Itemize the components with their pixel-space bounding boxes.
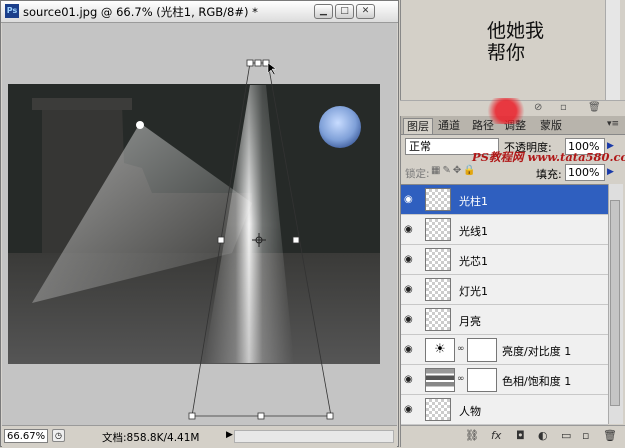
eye-icon[interactable]: ◉ <box>404 284 419 295</box>
maximize-icon[interactable]: □ <box>335 4 354 19</box>
status-menu-arrow-icon[interactable]: ▶ <box>226 430 233 440</box>
trash-icon[interactable]: 🗑 <box>588 102 601 113</box>
adjustment-icon[interactable]: ◐ <box>538 429 548 442</box>
lock-icons[interactable]: ▦✎✥🔒 <box>431 165 478 176</box>
canvas-image[interactable] <box>2 23 397 425</box>
minimize-icon[interactable]: ▁ <box>314 4 333 19</box>
tab-masks[interactable]: 蒙版 <box>537 118 565 133</box>
layer-mask-thumbnail[interactable] <box>467 338 497 362</box>
zoom-icon[interactable]: ◷ <box>52 429 65 442</box>
photoshop-app-icon: Ps <box>5 4 19 18</box>
document-title: source01.jpg @ 66.7% (光柱1, RGB/8#) * <box>23 5 258 19</box>
layer-name: 灯光1 <box>459 285 488 298</box>
layer-thumbnail <box>425 218 451 241</box>
layer-thumbnail <box>425 398 451 421</box>
layer-name: 亮度/对比度 1 <box>502 345 572 358</box>
eye-icon[interactable]: ◉ <box>404 374 419 385</box>
watermark-seal <box>487 98 525 124</box>
tab-channels[interactable]: 通道 <box>435 118 463 133</box>
document-title-bar[interactable]: Ps source01.jpg @ 66.7% (光柱1, RGB/8#) * … <box>1 1 398 23</box>
close-icon[interactable]: ✕ <box>356 4 375 19</box>
layer-name: 光柱1 <box>459 195 488 208</box>
layer-list: ◉ 光柱1 ◉ 光线1 ◉ 光芯1 ◉ 灯光1 ◉ 月亮 ◉ ☀ ∞ 亮度/对比… <box>401 184 608 425</box>
layer-row-hue-saturation[interactable]: ◉ ∞ 色相/饱和度 1 <box>401 365 608 395</box>
panel-menu-icon[interactable]: ▾≡ <box>607 119 619 129</box>
zoom-level-field[interactable]: 66.67% <box>4 429 48 443</box>
layer-name: 光线1 <box>459 225 488 238</box>
watermark-site: PS教程网 www.tata580.com <box>472 150 625 164</box>
eye-icon[interactable]: ◉ <box>404 224 419 235</box>
status-bar: 66.67% ◷ 文档:858.8K/4.41M ▶ <box>2 425 397 447</box>
new-layer-icon[interactable]: ▫ <box>582 429 589 442</box>
new-state-icon[interactable]: ▫ <box>560 102 567 113</box>
layer-row-yueliang[interactable]: ◉ 月亮 <box>401 305 608 335</box>
layer-thumbnail <box>425 278 451 301</box>
layer-mask-thumbnail[interactable] <box>467 368 497 392</box>
layers-footer: ⛓ fx ◘ ◐ ▭ ▫ 🗑 <box>401 425 625 448</box>
fx-icon[interactable]: fx <box>491 429 501 442</box>
link-icon[interactable]: ∞ <box>457 344 465 354</box>
fill-field[interactable]: 100% <box>565 164 605 181</box>
layer-name: 人物 <box>459 405 481 418</box>
layer-thumbnail <box>425 248 451 271</box>
layer-row-brightness-contrast[interactable]: ◉ ☀ ∞ 亮度/对比度 1 <box>401 335 608 365</box>
layer-row-dengguang1[interactable]: ◉ 灯光1 <box>401 275 608 305</box>
fill-label: 填充: <box>536 168 562 181</box>
fill-slider-arrow-icon[interactable]: ▶ <box>607 167 614 177</box>
brightness-contrast-icon: ☀ <box>425 338 455 362</box>
layer-name: 光芯1 <box>459 255 488 268</box>
document-size-info[interactable]: 文档:858.8K/4.41M <box>102 430 199 445</box>
tab-layers[interactable]: 图层 <box>403 118 433 134</box>
canvas-area[interactable] <box>2 23 397 425</box>
delete-state-icon[interactable]: ⊘ <box>534 102 542 113</box>
hue-saturation-icon <box>425 368 455 392</box>
layer-row-guangzhu1[interactable]: ◉ 光柱1 <box>401 185 608 215</box>
layer-row-guangxin1[interactable]: ◉ 光芯1 <box>401 245 608 275</box>
eye-icon[interactable]: ◉ <box>404 194 419 205</box>
eye-icon[interactable]: ◉ <box>404 344 419 355</box>
upper-panel-scrollbar[interactable] <box>605 0 620 100</box>
layer-thumbnail <box>425 188 451 211</box>
eye-icon[interactable]: ◉ <box>404 254 419 265</box>
layer-row-guangxian1[interactable]: ◉ 光线1 <box>401 215 608 245</box>
layer-thumbnail <box>425 308 451 331</box>
watermark-calligraphy: 他她我帮你 <box>487 20 545 64</box>
layer-row-renwu[interactable]: ◉ 人物 <box>401 395 608 425</box>
link-icon[interactable]: ⛓ <box>465 429 479 442</box>
document-window: Ps source01.jpg @ 66.7% (光柱1, RGB/8#) * … <box>0 0 399 447</box>
layer-name: 色相/饱和度 1 <box>502 375 572 388</box>
scrollbar-thumb[interactable] <box>610 200 620 406</box>
trash-icon[interactable]: 🗑 <box>603 429 617 442</box>
lock-label: 锁定: <box>405 168 430 180</box>
link-icon[interactable]: ∞ <box>457 374 465 384</box>
layers-panel: 图层 通道 路径 调整 蒙版 ▾≡ 正常 不透明度: 100% ▶ 锁定: ▦✎… <box>400 116 625 448</box>
mask-icon[interactable]: ◘ <box>516 429 525 442</box>
eye-icon[interactable]: ◉ <box>404 314 419 325</box>
horizontal-scrollbar[interactable] <box>234 430 394 443</box>
eye-icon[interactable]: ◉ <box>404 404 419 415</box>
folder-icon[interactable]: ▭ <box>561 429 571 442</box>
layer-name: 月亮 <box>459 315 481 328</box>
